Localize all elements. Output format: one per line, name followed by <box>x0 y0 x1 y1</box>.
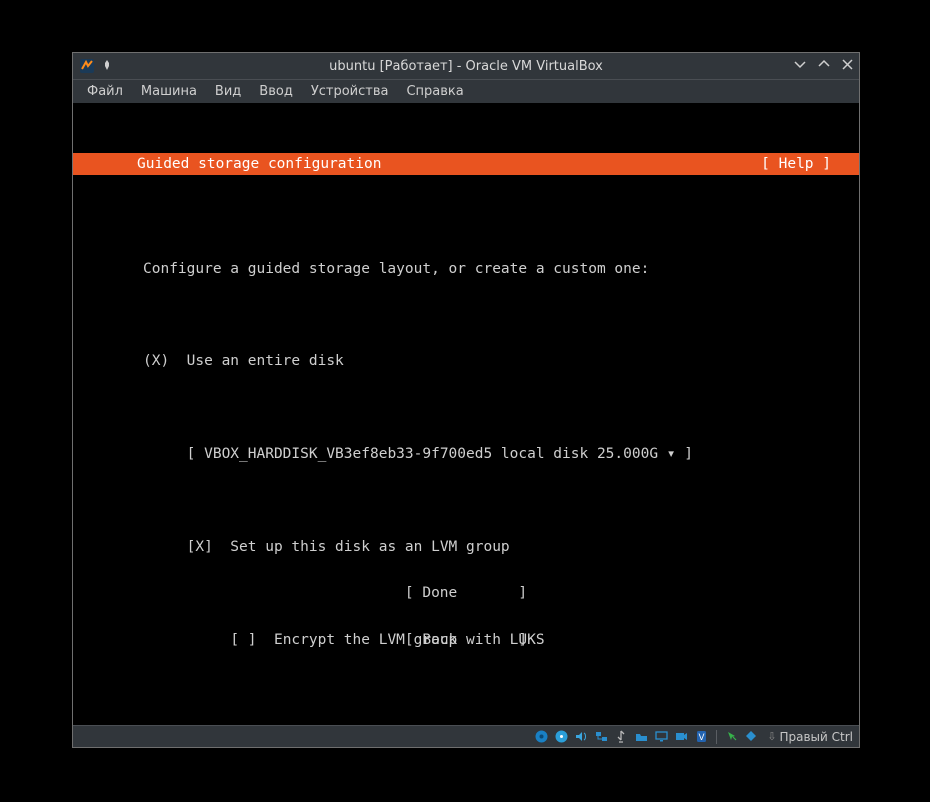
disk-selector[interactable]: [ VBOX_HARDDISK_VB3ef8eb33-9f700ed5 loca… <box>73 447 859 463</box>
menubar: Файл Машина Вид Ввод Устройства Справка <box>73 79 859 103</box>
minimize-button[interactable] <box>794 58 806 74</box>
display-icon[interactable] <box>653 728 670 745</box>
menu-devices[interactable]: Устройства <box>303 82 397 101</box>
features-icon[interactable]: V <box>693 728 710 745</box>
host-key-indicator[interactable]: ⇩ Правый Ctrl <box>767 730 853 744</box>
hdd-icon[interactable] <box>533 728 550 745</box>
hostkey-arrow-icon: ⇩ <box>767 730 776 743</box>
window-title: ubuntu [Работает] - Oracle VM VirtualBox <box>73 59 859 74</box>
close-button[interactable] <box>842 58 853 74</box>
lvm-checkbox[interactable]: [X] Set up this disk as an LVM group <box>73 540 859 556</box>
mouse-integration-icon[interactable] <box>723 728 740 745</box>
intro-text: Configure a guided storage layout, or cr… <box>73 262 859 278</box>
hostkey-label: Правый Ctrl <box>779 730 853 744</box>
back-button[interactable]: [ Back ] <box>73 633 859 649</box>
network-icon[interactable] <box>593 728 610 745</box>
maximize-button[interactable] <box>818 58 830 74</box>
keyboard-captured-icon[interactable] <box>743 728 760 745</box>
done-button[interactable]: [ Done ] <box>73 586 859 602</box>
menu-input[interactable]: Ввод <box>251 82 301 101</box>
header-title: Guided storage configuration <box>137 157 381 172</box>
statusbar: V ⇩ Правый Ctrl <box>73 725 859 747</box>
menu-machine[interactable]: Машина <box>133 82 205 101</box>
menu-help[interactable]: Справка <box>398 82 471 101</box>
app-icon <box>79 58 95 74</box>
shared-folder-icon[interactable] <box>633 728 650 745</box>
pin-icon[interactable] <box>101 59 113 74</box>
menu-view[interactable]: Вид <box>207 82 249 101</box>
radio-entire-disk[interactable]: (X) Use an entire disk <box>73 354 859 370</box>
footer-buttons: [ Done ] [ Back ] <box>73 556 859 679</box>
optical-icon[interactable] <box>553 728 570 745</box>
virtualbox-window: ubuntu [Работает] - Oracle VM VirtualBox… <box>72 52 860 748</box>
menu-file[interactable]: Файл <box>79 82 131 101</box>
usb-icon[interactable] <box>613 728 630 745</box>
help-button[interactable]: [ Help ] <box>761 157 831 172</box>
svg-text:V: V <box>699 732 705 742</box>
window-titlebar: ubuntu [Работает] - Oracle VM VirtualBox <box>73 53 859 79</box>
vm-display[interactable]: Guided storage configuration [ Help ] Co… <box>73 103 859 725</box>
recording-icon[interactable] <box>673 728 690 745</box>
installer-header: Guided storage configuration [ Help ] <box>73 153 859 175</box>
audio-icon[interactable] <box>573 728 590 745</box>
